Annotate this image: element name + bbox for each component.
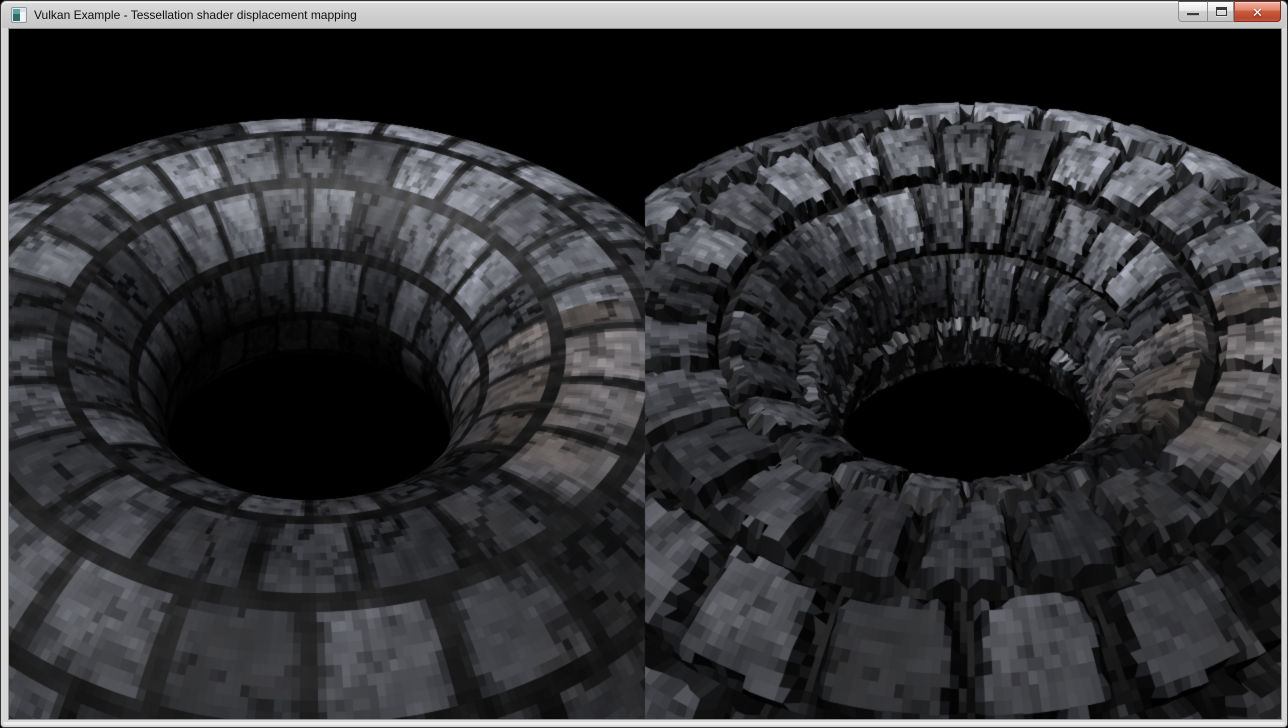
- minimize-icon: [1187, 13, 1199, 16]
- maximize-button[interactable]: [1207, 1, 1234, 22]
- close-button[interactable]: ✕: [1234, 1, 1281, 22]
- render-viewport: [8, 28, 1282, 720]
- close-icon: ✕: [1235, 3, 1280, 22]
- maximize-icon: [1216, 7, 1227, 16]
- app-icon[interactable]: [11, 7, 27, 23]
- caption-buttons: ✕: [1178, 1, 1281, 22]
- window-title: Vulkan Example - Tessellation shader dis…: [34, 2, 357, 28]
- titlebar[interactable]: Vulkan Example - Tessellation shader dis…: [2, 2, 1286, 28]
- render-canvas[interactable]: [9, 29, 1281, 719]
- frame-highlight: [3, 722, 1285, 725]
- app-window: Vulkan Example - Tessellation shader dis…: [0, 0, 1288, 728]
- minimize-button[interactable]: [1178, 1, 1207, 22]
